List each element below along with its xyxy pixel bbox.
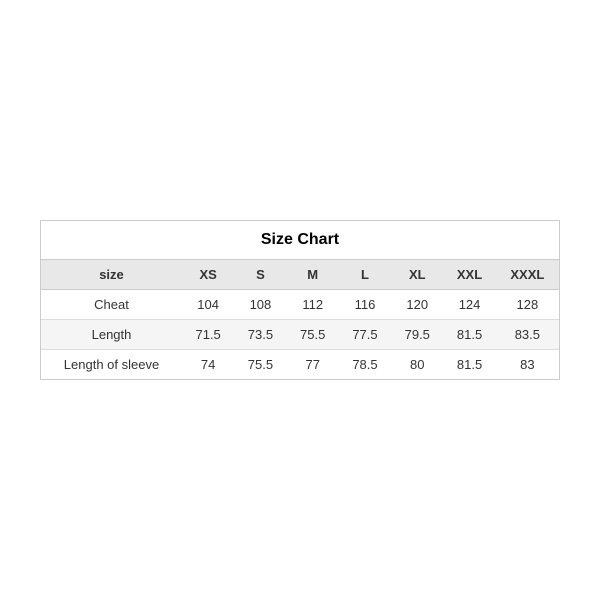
size-chart-table: Size Chart size XS S M L XL XXL XXXL Che… [41,221,559,379]
table-row: Length71.573.575.577.579.581.583.5 [41,320,559,350]
row-value: 128 [496,290,559,320]
row-value: 74 [182,350,234,380]
row-value: 83.5 [496,320,559,350]
row-value: 120 [391,290,443,320]
row-label: Cheat [41,290,182,320]
row-value: 77 [287,350,339,380]
header-xxl: XXL [443,260,495,290]
table-row: Length of sleeve7475.57778.58081.583 [41,350,559,380]
row-value: 124 [443,290,495,320]
row-value: 78.5 [339,350,391,380]
row-value: 108 [234,290,286,320]
row-label: Length [41,320,182,350]
header-s: S [234,260,286,290]
header-xxxl: XXXL [496,260,559,290]
row-value: 81.5 [443,320,495,350]
row-value: 73.5 [234,320,286,350]
row-label: Length of sleeve [41,350,182,380]
title-row: Size Chart [41,221,559,260]
row-value: 75.5 [234,350,286,380]
row-value: 77.5 [339,320,391,350]
chart-title: Size Chart [41,221,559,260]
table-row: Cheat104108112116120124128 [41,290,559,320]
row-value: 71.5 [182,320,234,350]
row-value: 116 [339,290,391,320]
header-l: L [339,260,391,290]
header-xl: XL [391,260,443,290]
header-row: size XS S M L XL XXL XXXL [41,260,559,290]
row-value: 81.5 [443,350,495,380]
row-value: 75.5 [287,320,339,350]
table-body: Cheat104108112116120124128Length71.573.5… [41,290,559,380]
row-value: 104 [182,290,234,320]
row-value: 79.5 [391,320,443,350]
header-m: M [287,260,339,290]
header-size-label: size [41,260,182,290]
size-chart-container: Size Chart size XS S M L XL XXL XXXL Che… [40,220,560,380]
row-value: 112 [287,290,339,320]
row-value: 83 [496,350,559,380]
header-xs: XS [182,260,234,290]
row-value: 80 [391,350,443,380]
